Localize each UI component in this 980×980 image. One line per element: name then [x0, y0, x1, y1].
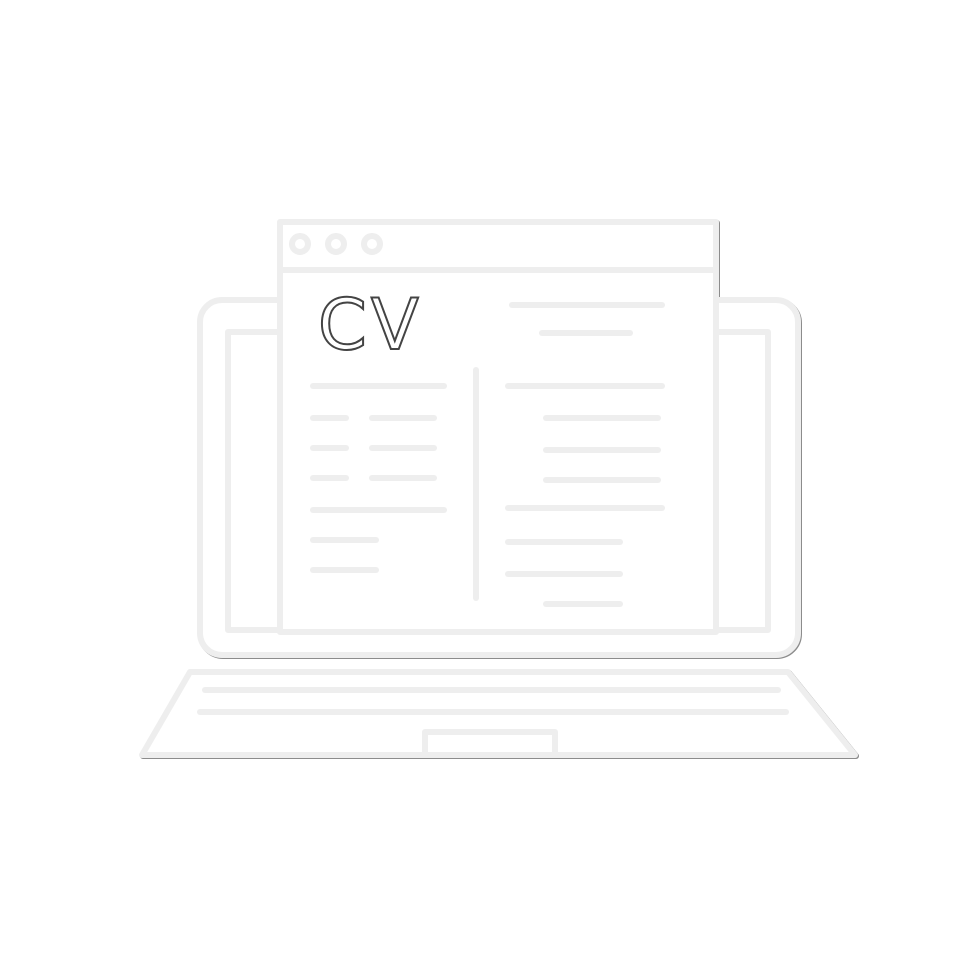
cv-title: CV [318, 284, 423, 366]
laptop-cv-icon: CV [139, 219, 858, 758]
cv-document-window: CV [277, 219, 719, 635]
